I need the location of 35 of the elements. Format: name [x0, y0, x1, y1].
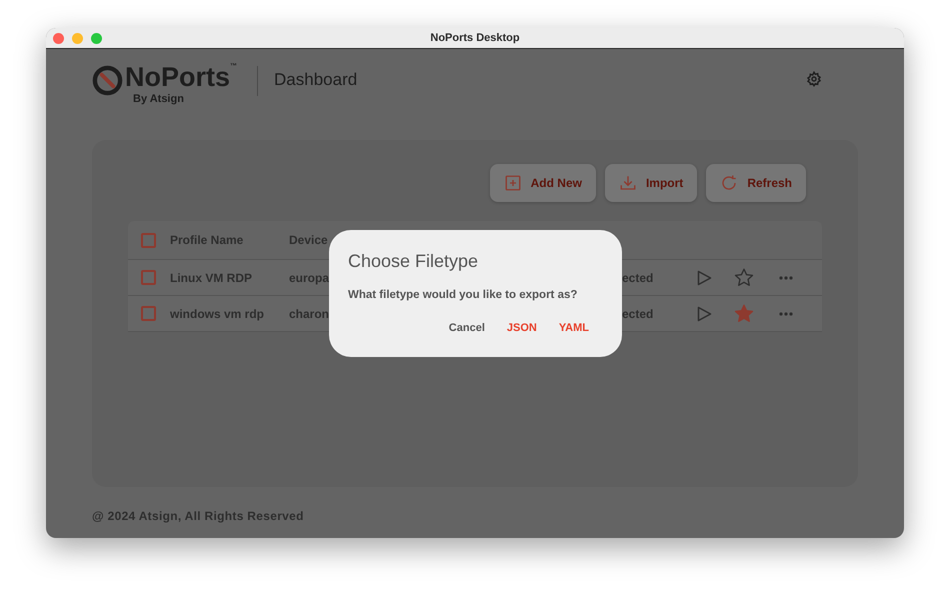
dialog-button[interactable]: Cancel — [438, 316, 495, 341]
close-icon[interactable] — [53, 32, 64, 44]
more-icon[interactable] — [779, 276, 793, 280]
settings-icon[interactable] — [806, 71, 822, 87]
table-cell-text: Linux VM RDP — [170, 270, 254, 286]
page-title: Dashboard — [274, 69, 358, 92]
star-icon[interactable] — [734, 304, 754, 323]
download-icon — [618, 174, 637, 192]
checkbox[interactable] — [141, 270, 156, 285]
dialog-button[interactable]: YAML — [548, 316, 599, 341]
play-icon[interactable] — [697, 270, 712, 286]
dialog-title: Choose Filetype — [348, 250, 480, 273]
more-icon[interactable] — [779, 312, 793, 316]
checkbox[interactable] — [141, 306, 156, 321]
table-cell-text: windows vm rdp — [170, 306, 266, 322]
table-cell-text: ected — [622, 270, 654, 286]
dialog-button[interactable]: JSON — [496, 316, 547, 341]
logo-icon — [92, 64, 123, 96]
refresh-icon — [720, 174, 738, 192]
toolbar-button[interactable]: Add New — [490, 164, 596, 202]
maximize-icon[interactable] — [91, 32, 102, 44]
table-cell-text: ected — [622, 306, 654, 322]
logo-tagline: By Atsign — [133, 92, 185, 107]
play-icon[interactable] — [697, 306, 712, 322]
window-title: NoPorts Desktop — [430, 30, 520, 46]
table-cell-text: europa — [289, 270, 329, 286]
minimize-icon[interactable] — [72, 32, 83, 44]
checkbox[interactable] — [141, 232, 156, 248]
toolbar-button[interactable]: Refresh — [706, 164, 806, 202]
star-icon[interactable] — [734, 268, 754, 287]
plus-square-icon — [504, 174, 522, 192]
logo-text: NoPorts$^{™}$ — [125, 62, 238, 91]
toolbar-button[interactable]: Import — [604, 164, 698, 202]
table-cell-text: charon — [289, 306, 329, 322]
dialog-message: What filetype would you like to export as? — [348, 288, 578, 303]
